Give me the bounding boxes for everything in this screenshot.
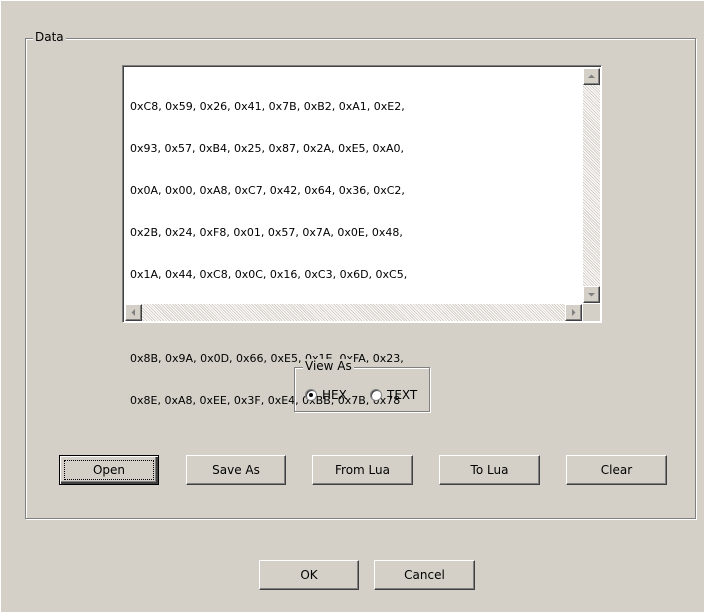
save-as-button-label: Save As [212,463,260,477]
data-line: 0x93, 0x57, 0xB4, 0x25, 0x87, 0x2A, 0xE5… [130,142,405,155]
focus-rectangle [64,460,154,480]
view-as-label: View As [303,359,354,373]
scroll-up-button[interactable] [583,68,600,85]
arrow-left-icon [131,309,135,316]
from-lua-button[interactable]: From Lua [312,455,413,485]
data-line: 0x1A, 0x44, 0xC8, 0x0C, 0x16, 0xC3, 0x6D… [130,268,408,281]
arrow-up-icon [588,74,595,78]
vertical-scrollbar[interactable] [583,68,600,303]
cancel-button-label: Cancel [404,568,445,582]
ok-button[interactable]: OK [259,560,359,590]
scroll-down-button[interactable] [583,286,600,303]
arrow-right-icon [572,309,576,316]
arrow-down-icon [588,293,595,297]
data-line: 0x2B, 0x24, 0xF8, 0x01, 0x57, 0x7A, 0x0E… [130,226,403,239]
data-text-area[interactable]: 0xC8, 0x59, 0x26, 0x41, 0x7B, 0xB2, 0xA1… [122,65,602,407]
clear-button[interactable]: Clear [566,455,667,485]
radio-text-label: TEXT [387,388,418,402]
radio-text-option[interactable]: TEXT [370,388,417,402]
scroll-corner [583,304,600,321]
radio-hex[interactable] [305,389,317,401]
data-line: 0xC8, 0x59, 0x26, 0x41, 0x7B, 0xB2, 0xA1… [130,100,405,113]
to-lua-button[interactable]: To Lua [439,455,540,485]
data-line: 0x8B, 0x9A, 0x0D, 0x66, 0xE5, 0x1E, 0xFA… [130,352,404,365]
data-line: 0x0A, 0x00, 0xA8, 0xC7, 0x42, 0x64, 0x36… [130,184,405,197]
save-as-button[interactable]: Save As [186,455,286,485]
dialog-window: Data 0xC8, 0x59, 0x26, 0x41, 0x7B, 0xB2,… [0,0,704,612]
clear-button-label: Clear [600,463,633,477]
horizontal-scrollbar[interactable] [125,304,582,321]
scroll-right-button[interactable] [565,304,582,321]
open-button[interactable]: Open [59,455,159,485]
ok-button-label: OK [300,568,318,582]
to-lua-button-label: To Lua [470,463,509,477]
radio-hex-label: HEX [322,388,347,402]
radio-selected-dot [309,393,313,397]
radio-hex-option[interactable]: HEX [305,388,347,402]
radio-text[interactable] [370,389,382,401]
from-lua-button-label: From Lua [335,463,390,477]
scroll-left-button[interactable] [125,304,142,321]
data-group-label: Data [33,30,66,44]
cancel-button[interactable]: Cancel [374,560,475,590]
